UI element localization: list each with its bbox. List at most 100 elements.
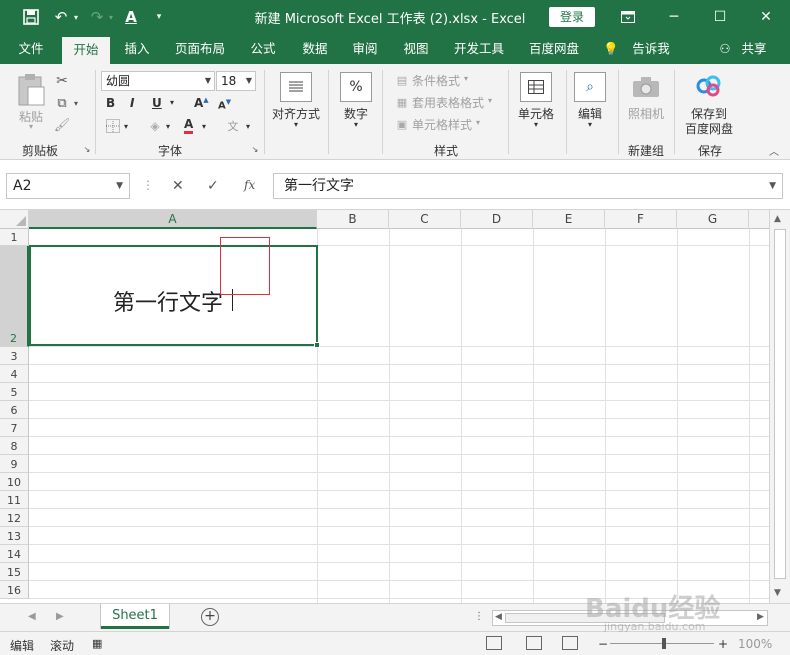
row-header-14[interactable]: 14 bbox=[0, 545, 29, 563]
ribbon-display-options-icon[interactable] bbox=[608, 0, 648, 34]
share-button[interactable]: 共享 bbox=[734, 34, 774, 64]
normal-view-icon[interactable] bbox=[486, 636, 502, 650]
customize-qat-icon[interactable]: ▾ bbox=[152, 6, 166, 28]
active-cell-a2[interactable]: 第一行文字 bbox=[29, 245, 320, 348]
formula-input[interactable]: 第一行文字 ▼ bbox=[273, 173, 783, 199]
vertical-scroll-thumb[interactable] bbox=[774, 229, 786, 579]
row-header-12[interactable]: 12 bbox=[0, 509, 29, 527]
tab-data[interactable]: 数据 bbox=[292, 34, 338, 64]
copy-icon[interactable]: ⧉ bbox=[52, 94, 72, 112]
row-header-1[interactable]: 1 bbox=[0, 229, 29, 246]
column-header-b[interactable]: B bbox=[317, 210, 389, 229]
bold-button[interactable]: B bbox=[106, 96, 115, 110]
borders-dropdown-icon[interactable]: ▾ bbox=[124, 122, 128, 131]
redo-icon[interactable]: ↷ bbox=[86, 6, 108, 28]
sheet-next-icon[interactable]: ▶ bbox=[56, 611, 64, 622]
increase-font-icon[interactable]: A▲ bbox=[194, 96, 209, 110]
tab-developer[interactable]: 开发工具 bbox=[448, 34, 510, 64]
cancel-icon[interactable]: ✕ bbox=[172, 178, 184, 194]
tab-formulas[interactable]: 公式 bbox=[240, 34, 286, 64]
tab-baidu-netdisk[interactable]: 百度网盘 bbox=[522, 34, 586, 64]
conditional-format-icon[interactable]: ▤ bbox=[394, 72, 410, 88]
name-box[interactable]: A2 ▼ bbox=[6, 173, 130, 199]
row-header-10[interactable]: 10 bbox=[0, 473, 29, 491]
maximize-icon[interactable]: ☐ bbox=[700, 0, 740, 34]
row-header-9[interactable]: 9 bbox=[0, 455, 29, 473]
minimize-icon[interactable]: ─ bbox=[654, 0, 694, 34]
tab-view[interactable]: 视图 bbox=[393, 34, 439, 64]
column-header-g[interactable]: G bbox=[677, 210, 749, 229]
column-header-c[interactable]: C bbox=[389, 210, 461, 229]
tab-page-layout[interactable]: 页面布局 bbox=[168, 34, 232, 64]
more-options-icon[interactable]: ⋮ bbox=[474, 611, 484, 622]
tab-tell-me[interactable]: 告诉我 bbox=[624, 34, 678, 64]
row-header-11[interactable]: 11 bbox=[0, 491, 29, 509]
save-to-baidu-button-line2[interactable]: 百度网盘 bbox=[682, 120, 736, 137]
row-header-5[interactable]: 5 bbox=[0, 383, 29, 401]
phonetic-icon[interactable]: 文 bbox=[224, 118, 242, 134]
page-layout-view-icon[interactable] bbox=[526, 636, 542, 650]
format-table-icon[interactable]: ▦ bbox=[394, 94, 410, 110]
format-table-button[interactable]: 套用表格格式 bbox=[412, 94, 484, 111]
page-break-view-icon[interactable] bbox=[562, 636, 578, 650]
number-format-icon[interactable]: % bbox=[340, 72, 372, 102]
tab-home[interactable]: 开始 bbox=[62, 37, 110, 64]
row-header-7[interactable]: 7 bbox=[0, 419, 29, 437]
conditional-dropdown-icon[interactable]: ▾ bbox=[464, 74, 468, 83]
alignment-dropdown-icon[interactable]: ▾ bbox=[290, 120, 302, 129]
conditional-format-button[interactable]: 条件格式 bbox=[412, 72, 460, 89]
decrease-font-icon[interactable]: A▼ bbox=[218, 98, 231, 111]
cell-style-button[interactable]: 单元格样式 bbox=[412, 116, 472, 133]
column-header-f[interactable]: F bbox=[605, 210, 677, 229]
italic-button[interactable]: I bbox=[130, 96, 134, 110]
insert-function-icon[interactable]: fx bbox=[244, 178, 255, 192]
cell-style-dropdown-icon[interactable]: ▾ bbox=[476, 118, 480, 127]
font-color-icon[interactable]: A bbox=[184, 118, 194, 134]
column-header-a[interactable]: A bbox=[29, 210, 317, 229]
worksheet-grid[interactable]: A B C D E F G 1 2 3 4 5 6 7 8 9 10 11 12… bbox=[0, 210, 790, 603]
font-size-select[interactable]: 18 ▼ bbox=[216, 71, 256, 91]
vertical-scrollbar[interactable]: ▲ ▼ bbox=[769, 210, 790, 603]
scroll-up-icon[interactable]: ▲ bbox=[774, 214, 781, 224]
row-header-16[interactable]: 16 bbox=[0, 581, 29, 599]
font-color-quick-icon[interactable]: A bbox=[122, 6, 140, 28]
editing-dropdown-icon[interactable]: ▾ bbox=[584, 120, 596, 129]
tab-review[interactable]: 审阅 bbox=[342, 34, 388, 64]
font-name-select[interactable]: 幼圆 ▼ bbox=[101, 71, 215, 91]
underline-dropdown-icon[interactable]: ▾ bbox=[170, 98, 174, 107]
row-header-13[interactable]: 13 bbox=[0, 527, 29, 545]
paste-dropdown-icon[interactable]: ▾ bbox=[26, 122, 36, 131]
zoom-out-icon[interactable]: − bbox=[598, 637, 608, 651]
copy-dropdown-icon[interactable]: ▾ bbox=[72, 94, 80, 112]
scroll-down-icon[interactable]: ▼ bbox=[774, 588, 781, 598]
fill-handle[interactable] bbox=[314, 342, 320, 348]
close-icon[interactable]: ✕ bbox=[746, 0, 786, 34]
alignment-icon[interactable] bbox=[280, 72, 312, 102]
row-header-4[interactable]: 4 bbox=[0, 365, 29, 383]
underline-button[interactable]: U bbox=[152, 96, 162, 110]
fill-color-dropdown-icon[interactable]: ▾ bbox=[166, 122, 170, 131]
phonetic-dropdown-icon[interactable]: ▾ bbox=[246, 122, 250, 131]
login-button[interactable]: 登录 bbox=[549, 7, 595, 27]
format-painter-icon[interactable]: 🖌 bbox=[52, 116, 72, 134]
column-header-e[interactable]: E bbox=[533, 210, 605, 229]
camera-button[interactable]: 照相机 bbox=[626, 105, 666, 122]
camera-icon[interactable] bbox=[630, 72, 662, 102]
zoom-level[interactable]: 100% bbox=[738, 637, 772, 651]
fill-color-icon[interactable]: ◈ bbox=[146, 118, 164, 134]
clipboard-launcher-icon[interactable]: ↘ bbox=[82, 144, 92, 154]
scroll-left-icon[interactable]: ◀ bbox=[495, 612, 502, 622]
redo-dropdown-icon[interactable]: ▾ bbox=[107, 6, 115, 28]
format-table-dropdown-icon[interactable]: ▾ bbox=[488, 96, 492, 105]
row-header-3[interactable]: 3 bbox=[0, 347, 29, 365]
number-dropdown-icon[interactable]: ▾ bbox=[350, 120, 362, 129]
tab-insert[interactable]: 插入 bbox=[114, 34, 160, 64]
cut-icon[interactable]: ✂ bbox=[52, 72, 72, 90]
macro-record-icon[interactable]: ▦ bbox=[92, 637, 102, 650]
font-color-dropdown-icon[interactable]: ▾ bbox=[202, 122, 206, 131]
row-header-8[interactable]: 8 bbox=[0, 437, 29, 455]
sheet-prev-icon[interactable]: ◀ bbox=[28, 611, 36, 622]
font-launcher-icon[interactable]: ↘ bbox=[250, 144, 260, 154]
undo-icon[interactable]: ↶ bbox=[50, 6, 72, 28]
zoom-slider-thumb[interactable] bbox=[662, 638, 666, 649]
